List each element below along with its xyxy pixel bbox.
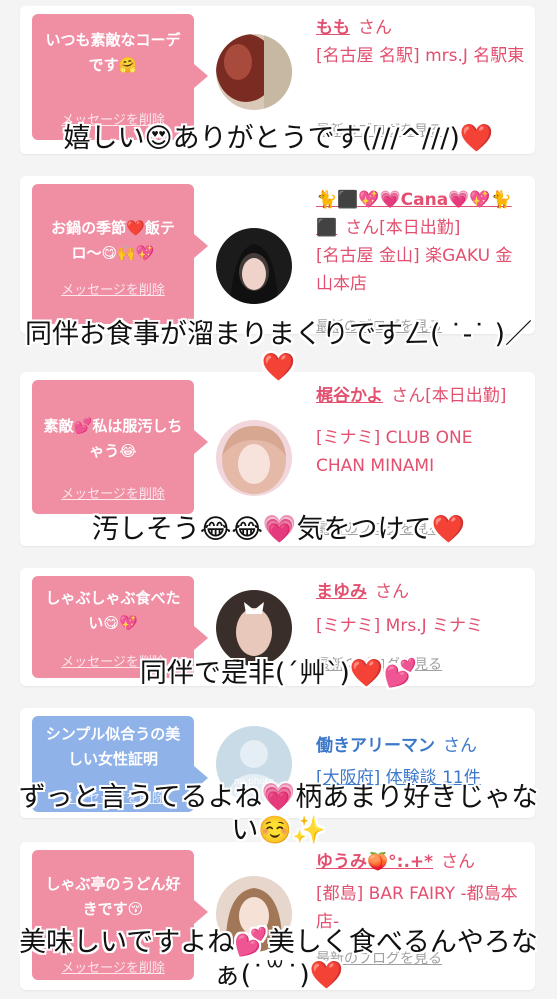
- sender-info: もも さん [名古屋 名駅] mrs.J 名駅東: [316, 14, 525, 70]
- sender-shop: [ミナミ] CLUB ONE CHAN MINAMI: [316, 428, 473, 476]
- honorific: さん: [375, 582, 409, 602]
- message-text: お鍋の季節❤️飯テロ〜😋🙌💖: [51, 219, 175, 262]
- sender-shop: [名古屋 金山] 楽GAKU 金山本店: [316, 246, 513, 294]
- honorific: さん: [441, 852, 476, 872]
- avatar[interactable]: [216, 590, 292, 666]
- message-text: シンプル似合うの美しい女性証明: [45, 725, 181, 768]
- reply-caption: 同伴お食事が溜まりまくりですㄥ( ˙-˙ )／❤️: [25, 319, 532, 383]
- reply-caption: 嬉しい😍ありがとうです(///^///)❤️: [63, 123, 494, 154]
- reply-caption: 汚しそう😂😂💗気をつけて❤️: [91, 514, 466, 545]
- sender-info: まゆみ さん [ミナミ] Mrs.J ミナミ: [316, 578, 525, 640]
- message-text: しゃぶしゃぶ食べたい😋💖: [45, 589, 181, 632]
- honorific: さん[本日出勤]: [345, 218, 461, 238]
- delete-message-link[interactable]: メッセージを削除: [32, 279, 194, 298]
- honorific: さん: [443, 736, 477, 756]
- avatar[interactable]: [216, 228, 292, 304]
- sender-info: ゆうみ🍑°:.+* さん [都島] BAR FAIRY -都島本店-: [316, 848, 525, 936]
- honorific: さん[本日出勤]: [391, 386, 507, 406]
- honorific: さん: [358, 18, 392, 38]
- sender-info: 梶谷かよ さん[本日出勤] [ミナミ] CLUB ONE CHAN MINAMI: [316, 382, 525, 480]
- sender-shop: [名古屋 名駅] mrs.J 名駅東: [316, 46, 525, 66]
- sender-name-link[interactable]: もも: [316, 18, 350, 38]
- message-text: 素敵💕私は服汚しちゃう😂: [43, 417, 183, 460]
- message-card: お鍋の季節❤️飯テロ〜😋🙌💖 メッセージを削除 🐈⬛💖💗Cana💗💖🐈⬛ さん[本…: [20, 176, 535, 335]
- sender-name-link[interactable]: まゆみ: [316, 582, 367, 602]
- message-text: いつも素敵なコーデです🤗: [45, 31, 181, 74]
- message-text: しゃぶ亭のうどん好きです😚: [45, 875, 181, 918]
- delete-message-link[interactable]: メッセージを削除: [32, 483, 194, 502]
- reply-caption: ずっと言うてるよね💗柄あまり好きじゃない☺️✨: [18, 782, 539, 846]
- message-bubble: 素敵💕私は服汚しちゃう😂 メッセージを削除: [32, 380, 208, 514]
- sender-name-link[interactable]: 働きアリーマン: [316, 736, 435, 756]
- avatar[interactable]: [216, 34, 292, 110]
- sender-info: 🐈⬛💖💗Cana💗💖🐈⬛ さん[本日出勤] [名古屋 金山] 楽GAKU 金山本店: [316, 186, 525, 298]
- message-bubble: お鍋の季節❤️飯テロ〜😋🙌💖 メッセージを削除: [32, 184, 208, 324]
- sender-name-link[interactable]: ゆうみ🍑°:.+*: [316, 852, 433, 872]
- sender-shop: [ミナミ] Mrs.J ミナミ: [316, 616, 484, 636]
- reply-caption: 美味しいですよね💕美しく食べるんやろなぁ(˙꒳˙)❤️: [19, 927, 538, 991]
- reply-caption: 同伴で是非(´艸`)❤️💕: [139, 658, 418, 689]
- avatar[interactable]: [216, 420, 292, 496]
- sender-name-link[interactable]: 梶谷かよ: [316, 386, 383, 406]
